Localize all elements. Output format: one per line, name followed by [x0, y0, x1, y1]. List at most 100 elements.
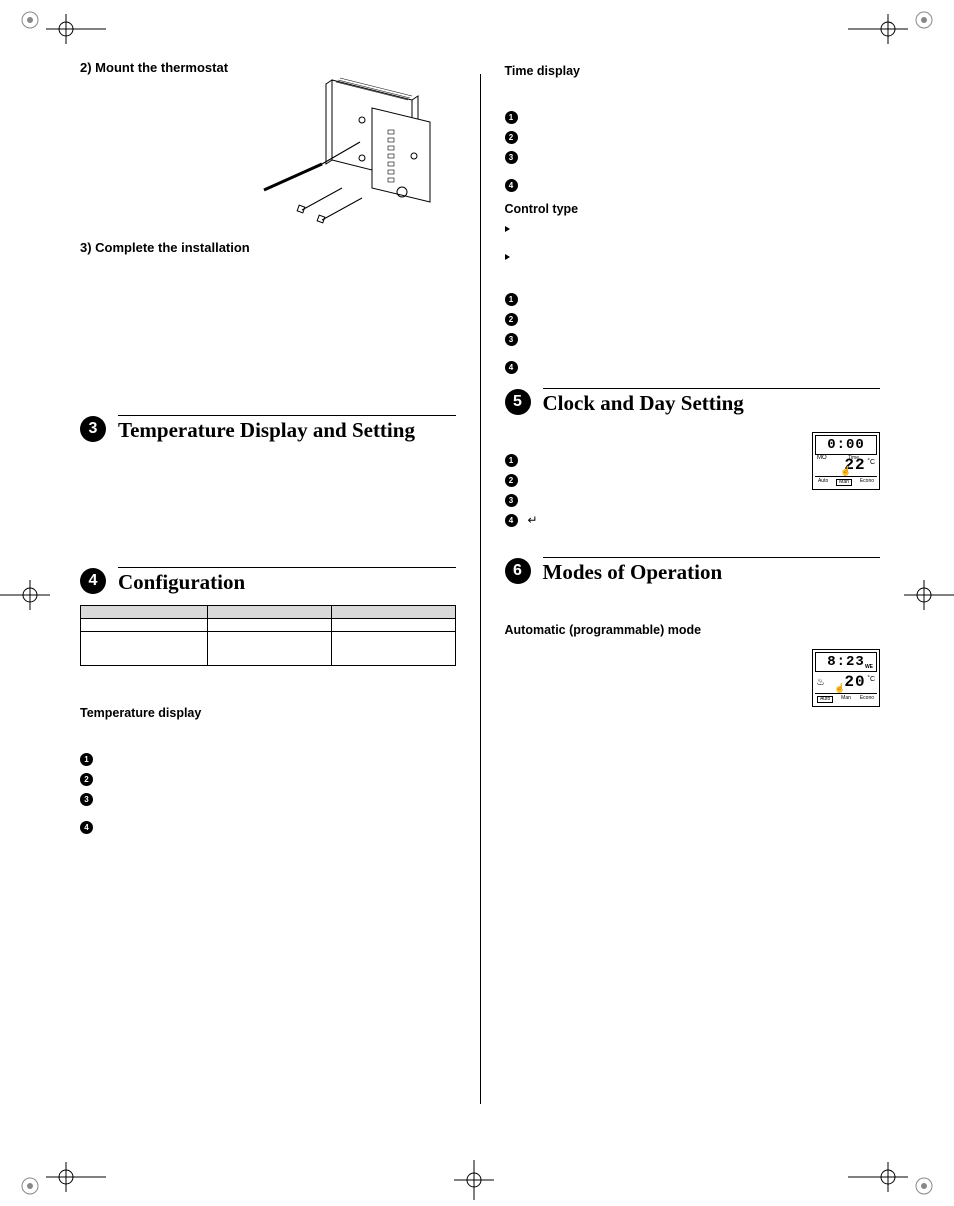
automatic-mode-subhead: Automatic (programmable) mode [505, 623, 881, 637]
lcd-day: WE [865, 665, 873, 670]
lcd-mode-selected: Man [836, 479, 852, 486]
section-6-number-icon: 6 [505, 558, 531, 584]
lcd-day: MO [817, 455, 827, 461]
lcd-mode: Econo [859, 696, 875, 703]
lcd-mode: Man [840, 696, 852, 703]
step-number-icon: 1 [80, 753, 93, 766]
crop-mark-icon [0, 580, 50, 610]
config-cell [208, 619, 332, 632]
list-item: 3 [80, 792, 456, 806]
crop-mark-icon [848, 1162, 908, 1192]
list-item: 2 [505, 130, 881, 144]
step-number-icon: 4 [505, 514, 518, 527]
list-item: 2 [80, 772, 456, 786]
step-number-icon: 4 [505, 179, 518, 192]
list-item [505, 250, 881, 264]
config-header-1 [81, 606, 208, 619]
lcd-display-auto: 8:23 WE ♨ 20 ˚C ☝ Auto Man Econo [812, 649, 880, 707]
step-number-icon: 3 [505, 494, 518, 507]
section-6-title: Modes of Operation [543, 560, 881, 585]
crop-mark-icon [46, 1162, 106, 1192]
step-number-icon: 3 [80, 793, 93, 806]
section-4-number-icon: 4 [80, 568, 106, 594]
control-type-steps: 1 2 3 4 [505, 292, 881, 374]
heat-icon: ♨ [817, 676, 824, 688]
section-5-heading: 5 Clock and Day Setting [505, 388, 881, 416]
registration-mark-icon [914, 10, 934, 30]
list-item: 4↵ [505, 513, 881, 527]
time-display-subhead: Time display [505, 64, 881, 78]
registration-mark-icon [914, 1176, 934, 1196]
temperature-display-subhead: Temperature display [80, 706, 456, 720]
list-item: 3 [505, 150, 881, 164]
config-cell [81, 632, 208, 666]
temperature-display-steps: 1 2 3 4 [80, 752, 456, 834]
list-item: 4 [80, 820, 456, 834]
crop-mark-icon [454, 1160, 494, 1200]
step-number-icon: 3 [505, 151, 518, 164]
step-number-icon: 2 [80, 773, 93, 786]
section-3-heading: 3 Temperature Display and Setting [80, 415, 456, 443]
section-4-heading: 4 Configuration [80, 567, 456, 595]
lcd-time: 0:00 [815, 435, 877, 455]
return-icon: ↵ [528, 513, 538, 527]
lcd-display-clock: 0:00 MO Time 22 ˚C ☝ Auto Man Econo [812, 432, 880, 490]
right-column: Time display 1 2 3 4 Control type 1 2 3 … [505, 60, 881, 1120]
step-number-icon: 4 [80, 821, 93, 834]
list-item: 1 [80, 752, 456, 766]
step-number-icon: 2 [505, 313, 518, 326]
crop-mark-icon [46, 14, 106, 44]
step-number-icon: 1 [505, 454, 518, 467]
list-item: 4 [505, 178, 881, 192]
list-item: 3 [505, 332, 881, 346]
list-item [505, 222, 881, 236]
list-item: 2 [505, 312, 881, 326]
config-header-3 [331, 606, 455, 619]
thermostat-mount-illustration [262, 60, 452, 230]
configuration-table [80, 605, 456, 666]
config-cell [208, 632, 332, 666]
step-number-icon: 1 [505, 293, 518, 306]
list-item: 4 [505, 360, 881, 374]
lcd-mode-selected: Auto [817, 696, 833, 703]
step-2-label: 2) Mount the thermostat [80, 60, 250, 75]
section-5-title: Clock and Day Setting [543, 391, 881, 416]
lcd-tiny-label: Time [848, 456, 859, 461]
lcd-mode: Econo [859, 479, 875, 486]
lcd-degree: ˚C [868, 676, 875, 683]
step-number-icon: 1 [505, 111, 518, 124]
list-item: 3 [505, 493, 881, 507]
config-header-2 [208, 606, 332, 619]
section-6-heading: 6 Modes of Operation [505, 557, 881, 585]
section-3-title: Temperature Display and Setting [118, 418, 456, 443]
step-3-label: 3) Complete the installation [80, 240, 456, 255]
column-divider [480, 74, 481, 1104]
registration-mark-icon [20, 1176, 40, 1196]
lcd-mode: Auto [817, 479, 829, 486]
control-type-bullets [505, 222, 881, 264]
list-item: 1 [505, 110, 881, 124]
step-number-icon: 3 [505, 333, 518, 346]
config-cell [81, 619, 208, 632]
section-3-number-icon: 3 [80, 416, 106, 442]
step-number-icon: 4 [505, 361, 518, 374]
config-cell [331, 632, 455, 666]
lcd-temp: 20 [844, 674, 865, 690]
list-item: 1 [505, 292, 881, 306]
time-display-steps: 1 2 3 4 [505, 110, 881, 192]
step-number-icon: 2 [505, 474, 518, 487]
control-type-subhead: Control type [505, 202, 881, 216]
crop-mark-icon [848, 14, 908, 44]
registration-mark-icon [20, 10, 40, 30]
section-5-number-icon: 5 [505, 389, 531, 415]
left-column: 2) Mount the thermostat [80, 60, 456, 1120]
lcd-time: 8:23 [827, 654, 865, 670]
step-number-icon: 2 [505, 131, 518, 144]
lcd-degree: ˚C [868, 459, 875, 466]
hand-icon: ☝ [833, 684, 846, 693]
config-cell [331, 619, 455, 632]
crop-mark-icon [904, 580, 954, 610]
section-4-title: Configuration [118, 570, 456, 595]
page-content: 2) Mount the thermostat [80, 60, 880, 1120]
hand-icon: ☝ [839, 467, 852, 476]
